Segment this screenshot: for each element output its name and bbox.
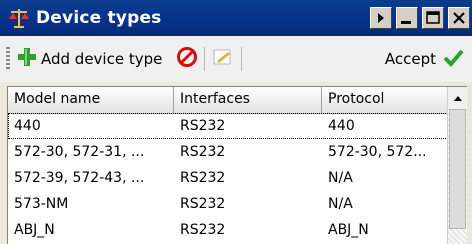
scroll-thumb[interactable] [449,109,466,229]
no-entry-icon[interactable] [176,46,198,72]
close-icon [453,12,465,24]
model-name-cell: 572-39, 572-43, ... [14,170,145,186]
table-body: 440 RS232 440 572-30, 572-31, ... RS232 … [8,113,448,243]
interfaces-cell: RS232 [180,118,226,134]
interfaces-cell: RS232 [180,222,226,238]
model-name-cell: 573-NM [14,196,69,212]
column-header-protocol[interactable]: Protocol [322,87,448,113]
edit-note-icon[interactable] [211,46,235,72]
window-title: Device types [36,8,162,28]
table-row[interactable]: 572-30, 572-31, ... RS232 572-30, 572... [8,139,448,165]
table-header: Model name Interfaces Protocol [8,87,448,114]
maximize-icon [426,11,440,24]
add-device-type-button[interactable]: Add device type [16,46,162,72]
interfaces-cell: RS232 [180,144,226,160]
protocol-cell: 440 [328,118,355,134]
protocol-cell: N/A [328,170,353,186]
toolbar: Add device type Accept [0,36,472,82]
table-row[interactable]: 572-39, 572-43, ... RS232 N/A [8,165,448,191]
scroll-up-button[interactable] [448,87,467,109]
accept-label: Accept [384,50,436,68]
green-plus-icon [16,46,38,72]
close-button[interactable] [448,7,470,29]
column-header-interfaces[interactable]: Interfaces [174,87,322,113]
table-row[interactable]: ABJ_N RS232 ABJ_N [8,217,448,243]
model-name-cell: ABJ_N [14,222,55,238]
protocol-cell: 572-30, 572... [328,144,427,160]
green-check-icon [442,46,464,72]
interfaces-cell: RS232 [180,196,226,212]
table-row[interactable]: 440 RS232 440 [8,113,448,139]
maximize-button[interactable] [422,7,444,29]
add-device-type-label: Add device type [41,50,163,68]
accept-button[interactable]: Accept [385,46,464,72]
model-name-cell: 572-30, 572-31, ... [14,144,145,160]
vertical-scrollbar[interactable] [447,87,467,244]
protocol-cell: ABJ_N [328,222,369,238]
toolbar-separator [204,47,206,71]
pin-button[interactable] [370,7,392,29]
arrow-up-icon [453,96,462,101]
pin-icon [378,13,384,23]
device-types-window: Device types Add device type Accept Mode… [0,0,472,244]
toolbar-separator-2 [241,47,243,71]
minimize-icon [401,21,411,24]
column-header-model-name[interactable]: Model name [8,87,174,113]
model-name-cell: 440 [14,118,41,134]
window-controls [370,7,470,29]
interfaces-cell: RS232 [180,170,226,186]
device-types-table: Model name Interfaces Protocol 440 RS232… [7,86,467,244]
toolbar-grip[interactable] [6,47,10,71]
table-row[interactable]: 573-NM RS232 N/A [8,191,448,217]
scale-icon [6,5,32,31]
title-bar[interactable]: Device types [0,0,472,36]
minimize-button[interactable] [396,7,418,29]
protocol-cell: N/A [328,196,353,212]
